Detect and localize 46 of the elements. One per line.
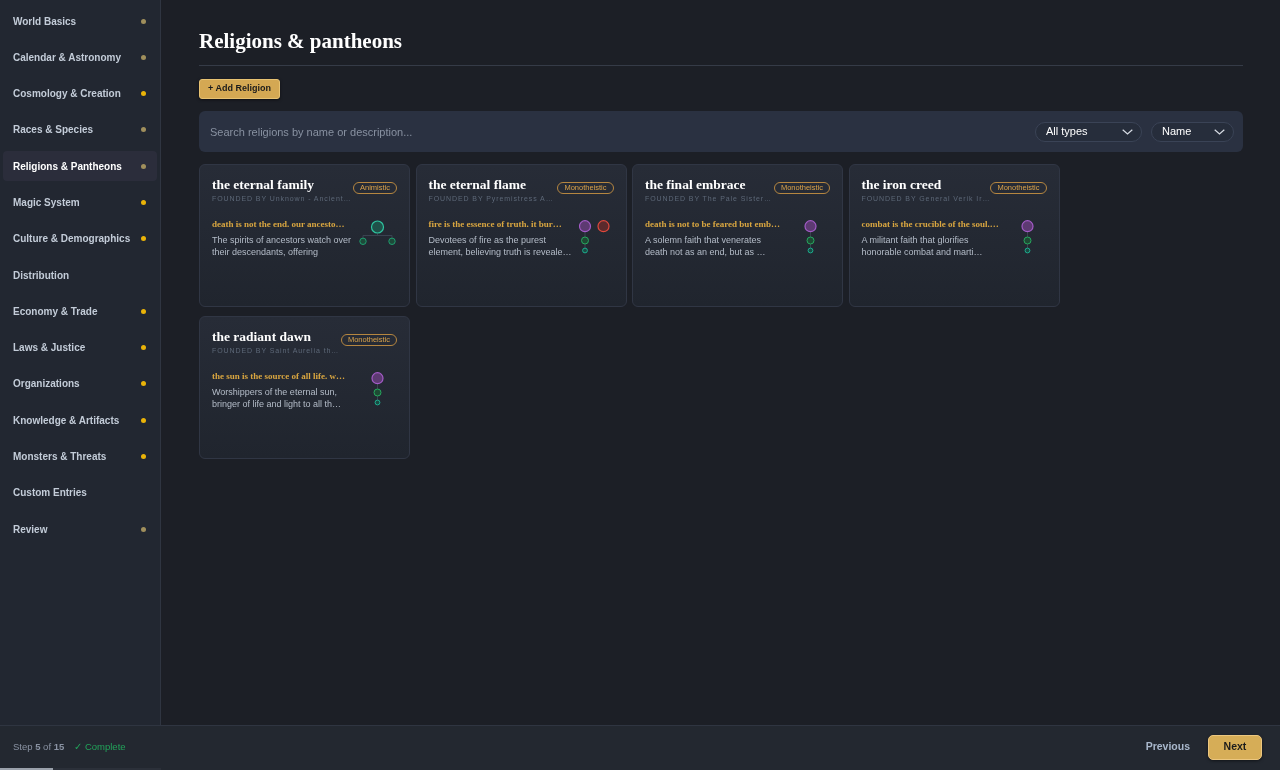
chevron-down-icon (1214, 128, 1225, 135)
tenet-quote: death is not to be feared but emb… (645, 219, 781, 229)
next-button[interactable]: Next (1208, 734, 1262, 760)
description-text: A solemn faith that venerates death not as an end, but as … (645, 234, 766, 258)
description-text: Devotees of fire as the purest element, believing truth is reveale… (428, 234, 572, 258)
sidebar-item[interactable]: Monsters & Threats (3, 441, 157, 472)
add-religion-button[interactable]: + Add Religion (199, 79, 280, 99)
sidebar-item[interactable]: Distribution (3, 260, 157, 291)
religion-name: the radiant dawn (212, 329, 311, 344)
step-counter: Step 5 of 15 (13, 739, 65, 754)
node-graph-icon (578, 220, 610, 254)
religion-name: the eternal family (212, 177, 314, 192)
node-graph-icon (371, 372, 384, 406)
sidebar-item[interactable]: Magic System (3, 187, 157, 218)
tenet-quote: death is not the end. our ancesto… (212, 219, 345, 229)
search-bar[interactable]: Search religions by name or description... All types Name (199, 111, 1243, 152)
sidebar-item[interactable]: Culture & Demographics (3, 223, 157, 254)
sidebar-item[interactable]: Knowledge & Artifacts (3, 405, 157, 436)
religion-name: the final embrace (645, 177, 746, 192)
tenet-quote: combat is the crucible of the soul.… (861, 219, 999, 229)
sidebar-item[interactable]: Review (3, 514, 157, 545)
religion-name: the iron creed (861, 177, 942, 192)
sort-select[interactable]: Name (1151, 121, 1234, 142)
chevron-down-icon (1122, 128, 1133, 135)
sidebar-item[interactable]: Laws & Justice (3, 332, 157, 363)
sidebar-item[interactable]: Organizations (3, 368, 157, 399)
node-graph-icon (804, 220, 817, 254)
sidebar-item[interactable]: Calendar & Astronomy (3, 42, 157, 73)
religion-name: the eternal flame (428, 177, 526, 192)
description-text: A militant faith that glorifies honorable combat and marti… (861, 234, 983, 258)
tenet-quote: the sun is the source of all life. w… (212, 371, 346, 381)
tenet-quote: fire is the essence of truth. it bur… (428, 219, 562, 229)
sidebar-item[interactable]: Cosmology & Creation (3, 78, 157, 109)
description-text: Worshippers of the eternal sun, bringer of life and light to all th… (212, 386, 342, 410)
sidebar-item[interactable]: Economy & Trade (3, 296, 157, 327)
sidebar-item[interactable]: Custom Entries (3, 477, 157, 508)
node-graph-icon (1020, 220, 1034, 254)
status-text: ✓ Complete (74, 739, 126, 754)
node-graph-icon (358, 220, 398, 246)
sidebar-item[interactable]: Races & Species (3, 114, 157, 145)
sidebar-item[interactable]: World Basics (3, 6, 157, 36)
sidebar-item[interactable]: Religions & Pantheons (3, 151, 157, 182)
previous-button[interactable]: Previous (1135, 734, 1200, 760)
type-select[interactable]: All types (1035, 121, 1142, 142)
description-text: The spirits of ancestors watch over their descendants, offering (212, 234, 352, 258)
page-title: Religions & pantheons (199, 29, 403, 53)
